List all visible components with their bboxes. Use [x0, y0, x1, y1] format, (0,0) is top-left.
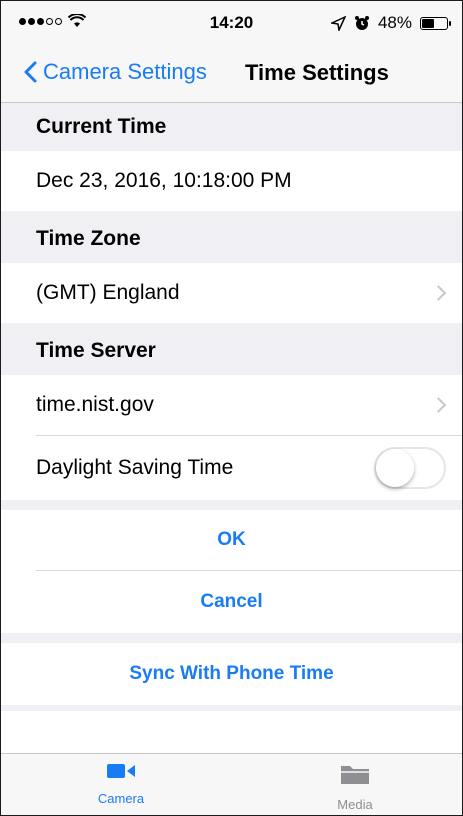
- sync-with-phone-time-button[interactable]: Sync With Phone Time: [1, 643, 462, 705]
- tab-bar: Camera Media: [1, 753, 462, 815]
- back-button[interactable]: Camera Settings: [23, 59, 207, 85]
- daylight-saving-toggle[interactable]: [374, 447, 446, 489]
- navigation-bar: Camera Settings Time Settings: [1, 47, 462, 103]
- tab-camera[interactable]: Camera: [61, 762, 181, 806]
- toggle-knob: [376, 449, 414, 487]
- back-button-label: Camera Settings: [43, 59, 207, 84]
- phone-screen: 14:20 48% Camera Settings Time Settings …: [0, 0, 463, 816]
- daylight-saving-row: Daylight Saving Time: [1, 436, 462, 500]
- tab-label: Camera: [97, 791, 145, 806]
- status-bar: 14:20 48%: [1, 1, 462, 47]
- group-gap: [1, 500, 462, 510]
- time-zone-value: (GMT) England: [36, 281, 180, 304]
- time-server-row[interactable]: time.nist.gov: [1, 375, 462, 435]
- battery-percent: 48%: [377, 13, 412, 32]
- current-time-value: Dec 23, 2016, 10:18:00 PM: [36, 169, 292, 192]
- tab-label: Media: [337, 797, 373, 812]
- tab-media[interactable]: Media: [295, 762, 415, 812]
- chevron-right-icon: [430, 285, 447, 301]
- group-gap: [1, 633, 462, 643]
- folder-icon: [341, 766, 369, 784]
- battery-icon: [420, 16, 451, 30]
- section-header-current-time: Current Time: [1, 103, 462, 151]
- video-camera-icon: [107, 764, 135, 778]
- daylight-saving-label: Daylight Saving Time: [36, 456, 234, 479]
- section-header-time-zone: Time Zone: [1, 211, 462, 263]
- location-arrow-icon: [330, 15, 346, 31]
- chevron-right-icon: [430, 397, 447, 413]
- time-zone-row[interactable]: (GMT) England: [1, 263, 462, 323]
- alarm-icon: [354, 16, 369, 30]
- page-title: Time Settings: [245, 60, 389, 85]
- section-header-time-server: Time Server: [1, 323, 462, 375]
- chevron-left-icon: [24, 61, 37, 83]
- status-right: 48%: [330, 13, 451, 33]
- ok-button[interactable]: OK: [1, 510, 462, 570]
- group-gap: [1, 705, 462, 711]
- time-server-value: time.nist.gov: [36, 393, 154, 416]
- cancel-button[interactable]: Cancel: [1, 571, 462, 633]
- current-time-row: Dec 23, 2016, 10:18:00 PM: [1, 151, 462, 211]
